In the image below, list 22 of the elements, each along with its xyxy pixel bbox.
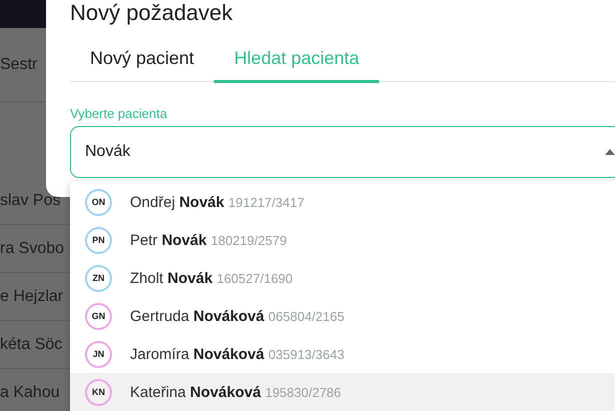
initials-avatar: JN (85, 340, 112, 368)
patient-option[interactable]: JN Jaromíra Nováková 035913/3643 (70, 335, 615, 373)
field-label: Vyberte pacienta (70, 106, 168, 121)
patient-option[interactable]: ON Ondřej Novák 191217/3417 (70, 183, 615, 221)
patient-option[interactable]: PN Petr Novák 180219/2579 (70, 221, 615, 259)
table-cell: Sestr (0, 56, 38, 74)
table-cell: kéta Söc (0, 336, 62, 354)
patient-option[interactable]: GN Gertruda Nováková 065804/2165 (70, 297, 615, 335)
table-cell: e Hejzlar (0, 288, 64, 306)
table-cell: slav Pos (0, 192, 60, 210)
initials-avatar: PN (85, 226, 112, 254)
initials-avatar: ON (85, 188, 112, 216)
tab[interactable]: Nový pacient (70, 38, 214, 83)
initials-avatar: GN (85, 302, 112, 330)
table-cell: a Kahou (0, 384, 60, 402)
patient-option[interactable]: KN Kateřina Nováková 195830/2786 (70, 373, 615, 411)
initials-avatar: KN (85, 378, 112, 406)
table-cell: ra Svobo (0, 240, 64, 258)
patient-select[interactable]: Novák (70, 126, 615, 178)
initials-avatar: ZN (85, 264, 112, 292)
patient-option[interactable]: ZN Zholt Novák 160527/1690 (70, 259, 615, 297)
dialog-title: Nový požadavek (70, 0, 234, 26)
